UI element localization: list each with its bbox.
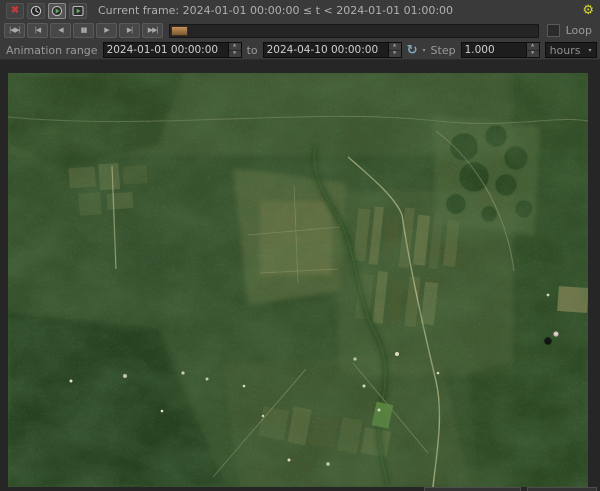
step-field-group: ▲ ▼ xyxy=(461,42,540,58)
current-frame-label: Current frame: 2024-01-01 00:00:00 ≤ t <… xyxy=(98,4,453,17)
range-end-field-group: ▲ ▼ xyxy=(263,42,402,58)
spin-up-icon[interactable]: ▲ xyxy=(389,43,401,51)
red-x-icon: ✖ xyxy=(11,6,19,16)
last-frame-button[interactable]: ▶▶| xyxy=(142,23,163,38)
render-viewport[interactable] xyxy=(8,73,588,487)
play-backward-button[interactable]: ◀ xyxy=(50,23,71,38)
spin-up-icon[interactable]: ▲ xyxy=(527,43,539,51)
range-end-spinner: ▲ ▼ xyxy=(388,43,401,57)
clock-mode-button[interactable] xyxy=(27,3,45,19)
range-end-input[interactable] xyxy=(264,43,388,57)
play-box-icon xyxy=(72,5,84,17)
range-start-input[interactable] xyxy=(104,43,228,57)
refresh-range-icon[interactable]: ↻ xyxy=(407,44,418,57)
play-whole-range-button[interactable]: |◀▶| xyxy=(4,23,25,38)
clock-icon xyxy=(30,5,42,17)
app-window: { "window": {"width": 600, "height": 490… xyxy=(0,0,600,490)
animation-range-label: Animation range xyxy=(6,44,98,57)
step-spinner: ▲ ▼ xyxy=(526,43,539,57)
mode-toolbar: ✖ Current frame: 2024-01-01 00:00:00 ≤ t… xyxy=(0,0,600,21)
chevron-down-icon: ▾ xyxy=(589,47,592,54)
satellite-image xyxy=(8,73,588,487)
play-forward-button[interactable]: ▶ xyxy=(96,23,117,38)
range-start-field-group: ▲ ▼ xyxy=(103,42,242,58)
play-circle-mode-button[interactable] xyxy=(48,3,66,19)
animation-toolbar-panel: ✖ Current frame: 2024-01-01 00:00:00 ≤ t… xyxy=(0,0,600,60)
step-label: Step xyxy=(431,44,456,57)
step-input[interactable] xyxy=(462,43,526,57)
pause-button[interactable]: ▮▮ xyxy=(73,23,94,38)
next-frame-button[interactable]: ▶| xyxy=(119,23,140,38)
play-circle-icon xyxy=(51,5,63,17)
vcr-toolbar: |◀▶| |◀ ◀ ▮▮ ▶ ▶| ▶▶| Loop xyxy=(0,21,600,40)
cutoff-widget-left xyxy=(424,487,521,491)
cutoff-widget-right xyxy=(527,487,597,491)
loop-checkbox[interactable] xyxy=(547,24,560,37)
step-unit-value: hours xyxy=(550,44,581,57)
range-toolbar: Animation range ▲ ▼ to ▲ ▼ ↻ ▾ Step ▲ ▼ xyxy=(0,40,600,60)
gear-icon[interactable]: ⚙ xyxy=(582,4,594,17)
spin-down-icon[interactable]: ▼ xyxy=(527,51,539,58)
range-start-spinner: ▲ ▼ xyxy=(228,43,241,57)
time-slider-handle[interactable] xyxy=(171,26,188,36)
to-label: to xyxy=(247,44,258,57)
loop-label: Loop xyxy=(566,24,592,37)
disable-animation-button[interactable]: ✖ xyxy=(6,3,24,19)
time-slider[interactable] xyxy=(169,24,539,38)
spin-down-icon[interactable]: ▼ xyxy=(229,51,241,58)
refresh-menu-arrow-icon[interactable]: ▾ xyxy=(423,47,426,54)
step-unit-select[interactable]: hours ▾ xyxy=(545,42,597,58)
play-box-mode-button[interactable] xyxy=(69,3,87,19)
first-frame-button[interactable]: |◀ xyxy=(27,23,48,38)
spin-down-icon[interactable]: ▼ xyxy=(389,51,401,58)
spin-up-icon[interactable]: ▲ xyxy=(229,43,241,51)
